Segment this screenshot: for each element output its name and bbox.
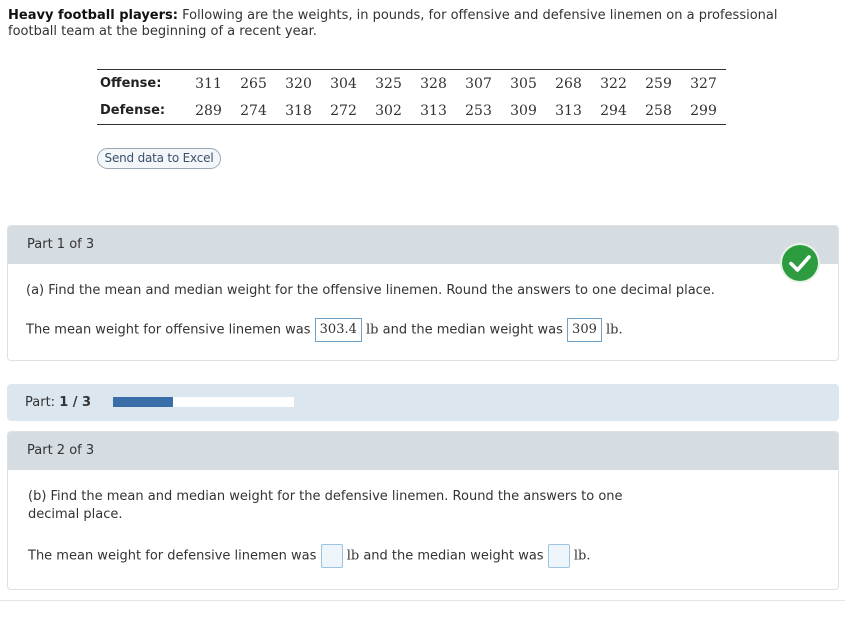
send-to-excel-button[interactable]: Send data to Excel — [97, 148, 221, 169]
offense-value: 305 — [501, 69, 546, 97]
part1-mean-answer-field[interactable]: 303.4 — [314, 318, 362, 342]
part1-mean-sentence: The mean weight for offensive linemen wa… — [26, 322, 311, 338]
defense-value: 299 — [681, 97, 726, 125]
weights-table: Offense: 311 265 320 304 325 328 307 305 268 322 2… — [97, 69, 726, 125]
part1-median-answer-field[interactable]: 309 — [567, 318, 602, 342]
defense-value: 318 — [276, 97, 321, 125]
offense-value: 268 — [546, 69, 591, 97]
part2-unit-lb: lb — [346, 548, 360, 564]
part1-question: (a) Find the mean and median weight for … — [26, 283, 715, 298]
part1-median-sentence: and the median weight was — [382, 322, 563, 338]
part2-mean-answer-field[interactable] — [320, 544, 343, 568]
part2-median-answer-field[interactable] — [547, 544, 570, 568]
part2-unit-lb-end: lb. — [573, 548, 591, 564]
offense-label: Offense: — [97, 69, 186, 97]
offense-value: 327 — [681, 69, 726, 97]
part2-mean-sentence: The mean weight for defensive linemen wa… — [28, 548, 317, 564]
offense-value: 304 — [321, 69, 366, 97]
defense-value: 272 — [321, 97, 366, 125]
defense-value: 302 — [366, 97, 411, 125]
progress-panel: Part: 1 / 3 — [7, 384, 839, 421]
defense-value: 289 — [186, 97, 231, 125]
progress-label: Part: 1 / 3 — [25, 384, 91, 421]
part2-median-sentence: and the median weight was — [363, 548, 544, 564]
offense-value: 325 — [366, 69, 411, 97]
progress-track — [113, 397, 294, 407]
part2-header: Part 2 of 3 — [8, 432, 838, 470]
problem-title: Heavy football players: — [8, 8, 178, 23]
offense-value: 259 — [636, 69, 681, 97]
part2-question: (b) Find the mean and median weight for … — [28, 489, 623, 522]
problem-intro: Heavy football players: Following are th… — [8, 8, 828, 40]
defense-value: 258 — [636, 97, 681, 125]
part1-unit-lb-end: lb. — [606, 322, 623, 338]
offense-value: 307 — [456, 69, 501, 97]
offense-value: 320 — [276, 69, 321, 97]
defense-value: 253 — [456, 97, 501, 125]
defense-value: 313 — [546, 97, 591, 125]
offense-value: 265 — [231, 69, 276, 97]
defense-value: 294 — [591, 97, 636, 125]
progress-prefix: Part: — [25, 395, 60, 410]
part2-answer-line: The mean weight for defensive linemen wa… — [28, 544, 808, 569]
defense-value: 309 — [501, 97, 546, 125]
offense-value: 328 — [411, 69, 456, 97]
defense-label: Defense: — [97, 97, 186, 125]
offense-value: 322 — [591, 69, 636, 97]
part1-header: Part 1 of 3 — [8, 226, 838, 264]
part1-answer-line: The mean weight for offensive linemen wa… — [26, 318, 806, 343]
bottom-divider — [0, 600, 845, 601]
progress-value: 1 / 3 — [59, 395, 92, 410]
part1-unit-lb: lb — [366, 322, 379, 338]
offense-value: 311 — [186, 69, 231, 97]
defense-value: 274 — [231, 97, 276, 125]
correct-check-icon — [782, 245, 818, 281]
defense-value: 313 — [411, 97, 456, 125]
defense-row: Defense: 289 274 318 272 302 313 253 309 313 294 2… — [97, 97, 726, 125]
offense-row: Offense: 311 265 320 304 325 328 307 305 268 322 2… — [97, 69, 726, 97]
progress-fill — [113, 397, 174, 407]
